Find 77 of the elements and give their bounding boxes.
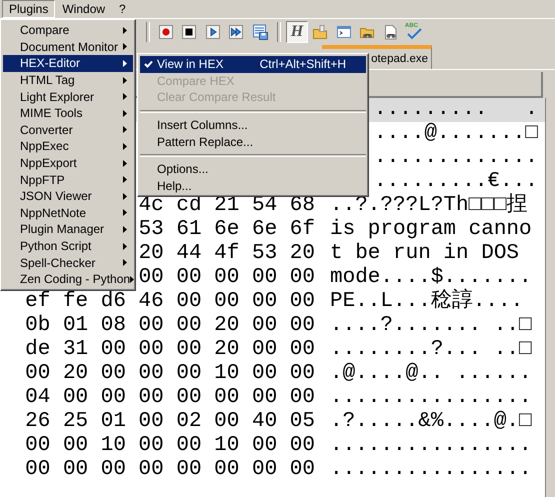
record-icon [158,24,174,40]
console-icon [336,24,352,40]
ascii-text: ..?.???L?Th□□□捏 [330,195,528,217]
ascii-text: ......... . [373,99,539,121]
menu-item[interactable]: MIME Tools [3,104,133,122]
document-search-icon [382,24,399,40]
hex-bytes: 53 61 6e 6e 6f [138,219,315,241]
menu-item[interactable]: NppFTP [3,171,133,188]
submenu-arrow-icon [123,259,127,266]
menu-item[interactable]: Insert Columns... [140,116,366,134]
menu-item[interactable]: Plugin Manager [3,221,133,238]
ascii-text: mode....$....... [330,267,533,289]
submenu-arrow-icon [123,226,127,233]
menu-item[interactable]: ? [112,0,133,18]
ascii-text: .........€... [373,171,539,193]
menu-item[interactable]: Light Explorer [3,88,133,105]
ascii-text: ....@.......□ [373,123,539,145]
menu-item[interactable]: JSON Viewer [3,188,133,205]
menu-item[interactable]: Help... [140,178,366,194]
menu-item[interactable]: Window [55,0,112,18]
submenu-arrow-icon [123,76,127,84]
save-macro-icon [252,24,268,40]
submenu-arrow-icon [123,60,127,67]
ascii-text: .@....@.. ...... [330,363,533,385]
submenu-arrow-icon [123,160,127,167]
hex-bytes: 20 44 4f 53 20 [138,243,315,265]
submenu-arrow-icon [123,26,127,34]
ascii-text: ................ [330,459,533,481]
menu-item[interactable]: Compare [3,22,133,39]
menu-item[interactable]: Zen Coding - Python [3,270,133,288]
submenu-arrow-icon [123,110,127,117]
menu-item[interactable]: View in HEX Ctrl+Alt+Shift+H [140,56,366,73]
ascii-text: t be run in DOS [330,243,520,265]
menu-item[interactable]: Plugins [2,0,56,18]
stop-icon [181,24,198,40]
hex-bytes: 26 25 01 00 02 00 40 05 [25,411,315,433]
hex-bytes: 00 00 00 00 00 00 00 00 [25,459,315,481]
submenu-arrow-icon [123,242,127,250]
hex-bytes: de 31 00 00 00 20 00 00 [25,339,315,361]
play-icon [204,24,221,40]
submenu-arrow-icon [123,93,127,100]
menu-item[interactable]: Converter [3,122,133,138]
menu-item[interactable]: HTML Tag [3,72,133,88]
hex-bytes: 04 00 00 00 00 00 00 00 [25,387,315,409]
menu-item[interactable]: Spell-Checker [3,254,133,271]
submenu-arrow-icon [123,192,127,200]
submenu-arrow-icon [130,276,134,283]
submenu-arrow-icon [123,43,127,50]
menu-item[interactable]: NppExec [3,138,133,155]
ascii-text: ................ [330,387,533,409]
ascii-text: ....?....... ..□ [330,315,533,337]
menu-item[interactable]: NppNetNote [3,204,133,222]
folder-icon [312,24,328,40]
ascii-text: ................ [330,435,533,457]
hex-bytes: 00 00 10 00 00 10 00 00 [25,435,315,457]
ascii-text: PE..L...稔諄.... [330,291,524,313]
toolbar-button[interactable]: H [286,20,308,42]
hex-bytes: 00 00 00 00 00 [138,267,315,289]
submenu-arrow-icon [123,209,127,216]
menu-item[interactable]: Document Monitor [3,38,133,56]
submenu-arrow-icon [123,142,127,150]
hex-bytes: ef fe d6 46 00 00 00 00 [25,291,315,313]
submenu-arrow-icon [123,176,127,184]
menu-item[interactable]: Options... [140,160,366,178]
menu-item[interactable]: HEX-Editor [3,55,133,72]
h-icon: H [290,24,304,40]
hex-bytes: 00 20 00 00 00 10 00 00 [25,363,315,385]
menu-item[interactable]: NppExport [3,154,133,172]
menu-item[interactable]: Pattern Replace... [140,133,366,150]
hex-bytes: 0b 01 08 00 00 20 00 00 [25,315,315,337]
ascii-text: is program canno [330,219,533,241]
menu-item[interactable]: Python Script [3,238,133,254]
submenu-arrow-icon [123,126,127,134]
ascii-text: .?.....&%....@.□ [330,411,533,433]
ascii-text: ............. [373,147,539,169]
fast-forward-icon [228,24,244,40]
ascii-text: ........?... ..□ [330,339,533,361]
